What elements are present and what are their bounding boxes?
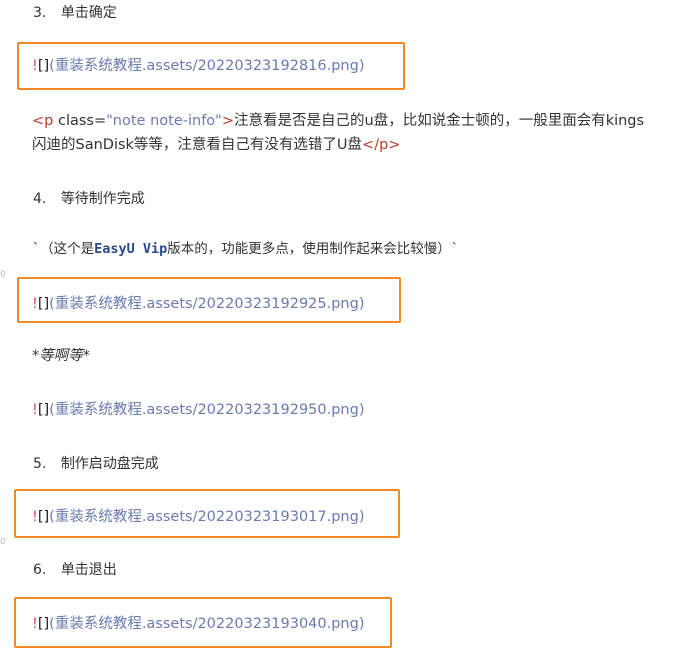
- html-tag-open: <p: [32, 113, 58, 129]
- note-line-1: <p class="note note-info">注意看是否是自己的u盘，比如…: [32, 110, 644, 132]
- waiting-text: *等啊等*: [32, 348, 90, 364]
- image-path: (重装系统教程.assets/20220323193017.png): [49, 509, 365, 525]
- note-text-1: 注意看是否是自己的u盘，比如说金士顿的，一般里面会有kings: [234, 113, 645, 129]
- image-alt-brackets: []: [37, 296, 50, 312]
- line-marker: 0: [0, 537, 6, 547]
- step-text: 制作启动盘完成: [60, 456, 159, 472]
- image-link-2[interactable]: ![](重装系统教程.assets/20220323192925.png): [32, 293, 364, 315]
- note-line-2: 闪迪的SanDisk等等，注意看自己有没有选错了U盘</p>: [32, 134, 400, 156]
- step-text: 单击确定: [60, 5, 117, 21]
- step-number: 4.: [33, 191, 47, 207]
- image-alt-brackets: []: [37, 509, 50, 525]
- step-3-heading: 3. 单击确定: [33, 2, 117, 24]
- code-keyword: EasyU Vip: [94, 241, 168, 257]
- image-path: (重装系统教程.assets/20220323193040.png): [49, 616, 365, 632]
- step-text: 单击退出: [60, 562, 117, 578]
- step-number: 6.: [33, 562, 47, 578]
- html-attr-value: "note note-info": [106, 113, 222, 129]
- image-link-1[interactable]: ![](重装系统教程.assets/20220323192816.png): [32, 55, 364, 77]
- step-number: 5.: [33, 456, 47, 472]
- image-path: (重装系统教程.assets/20220323192950.png): [49, 402, 365, 418]
- note-text-2: 闪迪的SanDisk等等，注意看自己有没有选错了U盘: [32, 137, 363, 153]
- step-5-heading: 5. 制作启动盘完成: [33, 453, 159, 475]
- image-path: (重装系统教程.assets/20220323192816.png): [49, 58, 365, 74]
- image-alt-brackets: []: [37, 616, 50, 632]
- html-tag-close: </p>: [362, 137, 401, 153]
- image-link-4[interactable]: ![](重装系统教程.assets/20220323193017.png): [32, 506, 364, 528]
- image-alt-brackets: []: [37, 58, 50, 74]
- image-link-3[interactable]: ![](重装系统教程.assets/20220323192950.png): [32, 399, 364, 421]
- line-marker: 0: [0, 270, 6, 280]
- image-path: (重装系统教程.assets/20220323192925.png): [49, 296, 365, 312]
- code-note-line: `（这个是EasyU Vip版本的，功能更多点，使用制作起来会比较慢）`: [32, 238, 459, 260]
- html-attr-name: class=: [57, 113, 107, 129]
- image-link-5[interactable]: ![](重装系统教程.assets/20220323193040.png): [32, 613, 364, 635]
- code-text-start: `（这个是: [32, 241, 95, 257]
- step-4-heading: 4. 等待制作完成: [33, 188, 145, 210]
- step-text: 等待制作完成: [60, 191, 145, 207]
- step-number: 3.: [33, 5, 47, 21]
- step-6-heading: 6. 单击退出: [33, 559, 117, 581]
- image-alt-brackets: []: [37, 402, 50, 418]
- html-tag-gt: >: [221, 113, 234, 129]
- code-text-end: 版本的，功能更多点，使用制作起来会比较慢）`: [167, 241, 459, 257]
